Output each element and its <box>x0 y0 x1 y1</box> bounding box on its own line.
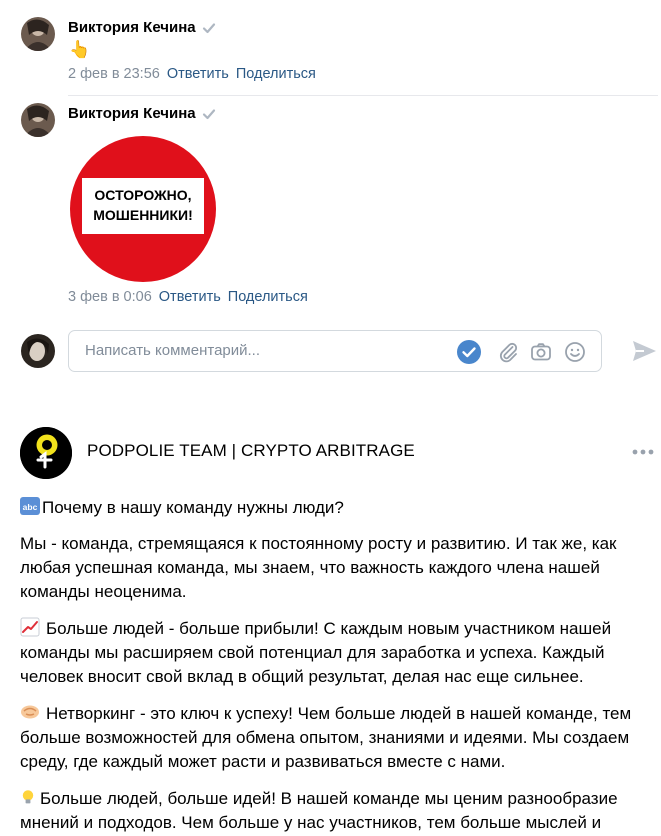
group-avatar[interactable] <box>20 427 72 479</box>
comment-author[interactable]: Виктория Кечина <box>68 19 216 36</box>
sticker-line1: ОСТОРОЖНО, <box>94 187 191 203</box>
comment-divider <box>68 95 658 96</box>
post-paragraph: Больше людей, больше идей! В нашей коман… <box>20 787 660 835</box>
handshake-emoji-icon <box>21 705 39 719</box>
reply-link[interactable]: Ответить <box>159 289 221 305</box>
author-name[interactable]: Виктория Кечина <box>68 19 196 36</box>
comment-meta: 3 фев в 0:06 Ответить Поделиться <box>68 289 308 305</box>
verified-check-icon <box>202 108 215 119</box>
chart-increasing-emoji-icon <box>20 617 40 637</box>
current-user-avatar[interactable] <box>21 334 55 368</box>
sticker-line2: МОШЕННИКИ! <box>93 207 193 223</box>
comment-date[interactable]: 2 фев в 23:56 <box>68 66 160 82</box>
post-paragraph: abc Почему в нашу команду нужны люди? <box>20 496 660 520</box>
post-text: Почему в нашу команду нужны люди? <box>42 498 344 517</box>
reply-link[interactable]: Ответить <box>167 66 229 82</box>
post-paragraph: Нетворкинг - это ключ к успеху! Чем боль… <box>20 702 660 774</box>
comment-date[interactable]: 3 фев в 0:06 <box>68 289 152 305</box>
comment-meta: 2 фев в 23:56 Ответить Поделиться <box>68 66 316 82</box>
warning-sticker[interactable]: ОСТОРОЖНО, МОШЕННИКИ! <box>68 134 218 284</box>
group-name[interactable]: PODPOLIE TEAM | CRYPTO ARBITRAGE <box>87 441 415 461</box>
verified-check-icon <box>202 22 215 33</box>
more-options-icon[interactable] <box>630 442 656 462</box>
camera-icon[interactable] <box>529 340 553 364</box>
check-circle-icon[interactable] <box>457 340 481 364</box>
post-text: Мы - команда, стремящаяся к постоянному … <box>20 534 617 601</box>
send-icon[interactable] <box>630 337 658 365</box>
post-paragraph: Больше людей - больше прибыли! С каждым … <box>20 617 660 689</box>
commenter-avatar[interactable] <box>21 17 55 51</box>
light-bulb-emoji-icon <box>22 790 34 804</box>
post-text: Больше людей - больше прибыли! С каждым … <box>20 619 612 686</box>
post-text: Больше людей, больше идей! В нашей коман… <box>20 789 618 832</box>
share-link[interactable]: Поделиться <box>236 66 316 82</box>
svg-text:abc: abc <box>23 502 38 512</box>
comment-emoji: 👆 <box>69 40 91 59</box>
attach-paperclip-icon[interactable] <box>496 340 520 364</box>
smile-icon[interactable] <box>563 340 587 364</box>
share-link[interactable]: Поделиться <box>228 289 308 305</box>
post-paragraph: Мы - команда, стремящаяся к постоянному … <box>20 532 660 604</box>
commenter-avatar[interactable] <box>21 103 55 137</box>
comment-input[interactable]: Написать комментарий... <box>85 342 260 359</box>
comment-input-box[interactable]: Написать комментарий... <box>68 330 602 372</box>
post-text: Нетворкинг - это ключ к успеху! Чем боль… <box>20 704 632 771</box>
abc-emoji-icon: abc <box>20 497 40 515</box>
comment-author[interactable]: Виктория Кечина <box>68 105 216 122</box>
author-name[interactable]: Виктория Кечина <box>68 105 196 122</box>
